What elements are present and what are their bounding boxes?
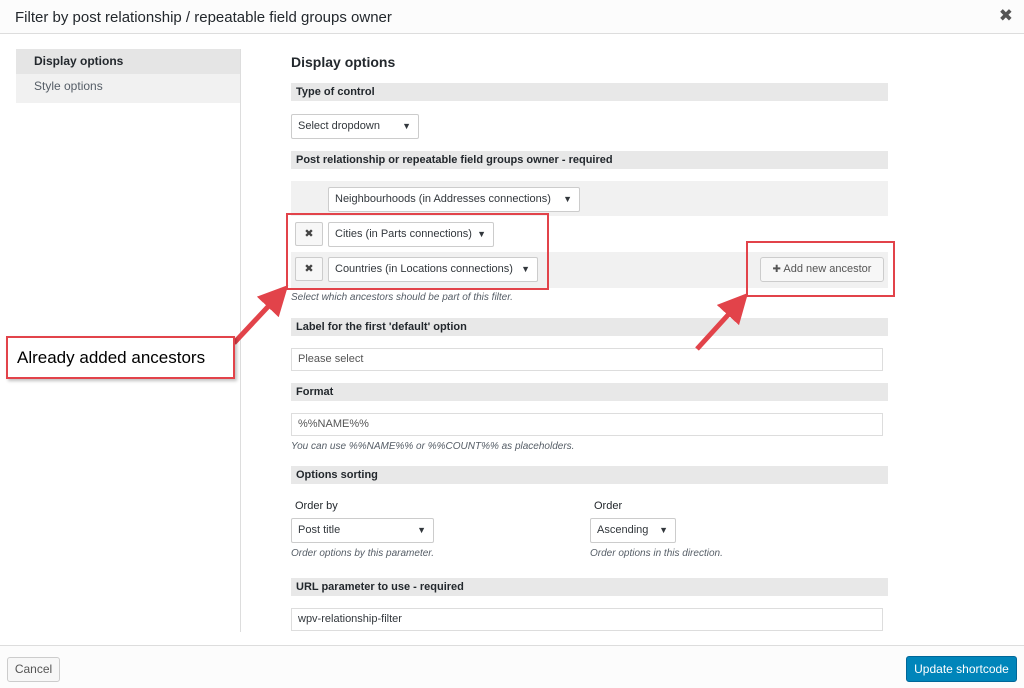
select-value: Post title [298,524,341,536]
url-parameter-input[interactable]: wpv-relationship-filter [291,608,883,631]
section-type-of-control: Type of control [291,83,888,101]
section-default-label: Label for the first 'default' option [291,318,888,336]
section-relationship: Post relationship or repeatable field gr… [291,151,888,169]
type-of-control-select[interactable]: Select dropdown ▼ [291,114,419,139]
order-label: Order [594,500,623,512]
relationship-hint: Select which ancestors should be part of… [291,292,513,303]
section-format: Format [291,383,888,401]
order-by-label: Order by [295,500,338,512]
chevron-down-icon: ▼ [417,525,426,535]
page-title: Display options [291,54,396,70]
relationship-select-neighbourhoods[interactable]: Neighbourhoods (in Addresses connections… [328,187,580,212]
chevron-down-icon: ▼ [659,525,668,535]
order-hint: Order options in this direction. [590,548,723,559]
section-url-parameter: URL parameter to use - required [291,578,888,596]
chevron-down-icon: ▼ [563,194,572,204]
select-value: Ascending [597,524,649,536]
format-input[interactable]: %%NAME%% [291,413,883,436]
sidebar-divider [240,49,241,632]
update-shortcode-button[interactable]: Update shortcode [906,656,1017,682]
dialog-footer: Cancel Update shortcode [0,645,1024,688]
sidebar-item-style-options[interactable]: Style options [16,74,240,99]
cancel-button[interactable]: Cancel [7,657,60,682]
dialog-titlebar: Filter by post relationship / repeatable… [0,0,1024,34]
dialog-title: Filter by post relationship / repeatable… [15,9,392,26]
order-by-select[interactable]: Post title ▼ [291,518,434,543]
chevron-down-icon: ▼ [402,121,411,131]
annotation-callout: Already added ancestors [6,336,235,379]
ancestors-highlight-box [286,213,549,290]
order-select[interactable]: Ascending ▼ [590,518,676,543]
order-by-hint: Order options by this parameter. [291,548,435,559]
select-value: Neighbourhoods (in Addresses connections… [335,193,551,205]
default-label-input[interactable]: Please select [291,348,883,371]
sidebar-item-display-options[interactable]: Display options [16,49,240,74]
select-value: Select dropdown [298,120,380,132]
format-hint: You can use %%NAME%% or %%COUNT%% as pla… [291,441,575,452]
sidebar: Display options Style options [16,49,240,103]
close-icon[interactable]: ✖ [999,6,1013,26]
add-ancestor-highlight-box [746,241,895,297]
section-options-sorting: Options sorting [291,466,888,484]
